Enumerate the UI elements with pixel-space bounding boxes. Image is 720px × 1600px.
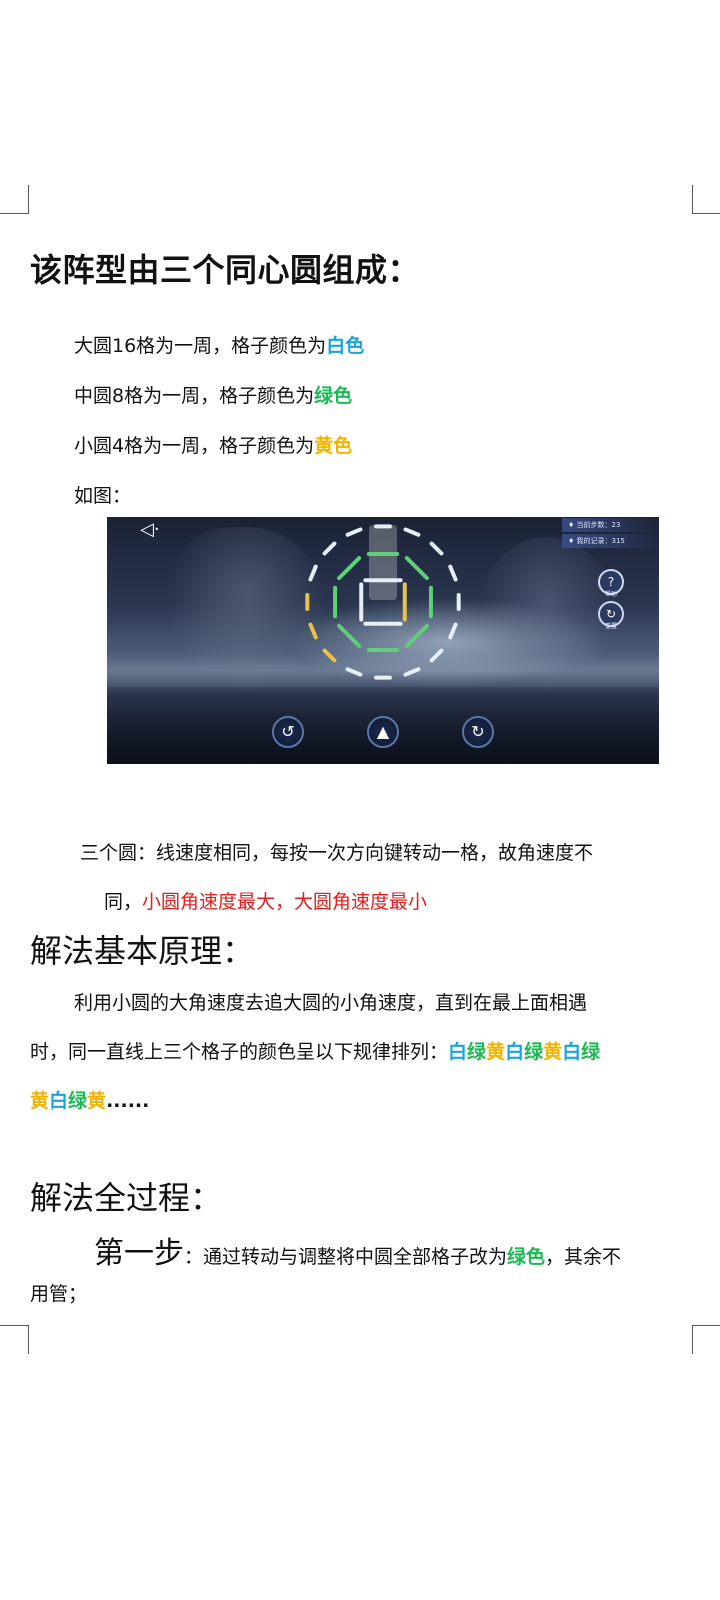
pattern-yellow: 黄 (87, 1090, 107, 1112)
mid-ring-cell (404, 556, 429, 581)
big-ring-cell (448, 622, 458, 640)
mid-ring-cell (404, 623, 429, 648)
big-ring-cell (308, 564, 318, 582)
mid-circle-color: 绿色 (314, 385, 353, 407)
pattern-green: 绿 (581, 1041, 601, 1063)
pattern-ellipsis: ...... (106, 1090, 150, 1112)
crop-mark-top-right (692, 185, 720, 214)
mid-ring-cell (337, 623, 362, 648)
pattern-white: 白 (49, 1090, 69, 1112)
rotate-right-button[interactable]: ↻ (462, 716, 494, 748)
pattern-green: 绿 (467, 1041, 487, 1063)
small-circle-text: 小圆4格为一周，格子颜色为 (74, 435, 315, 457)
crop-mark-top-left (0, 185, 29, 214)
step-one-rest: ，其余不 (545, 1246, 622, 1268)
center-slot (369, 525, 397, 600)
big-ring-cell (403, 667, 421, 677)
big-ring-cell (403, 527, 421, 537)
principle-heading: 解法基本原理： (30, 932, 255, 970)
principle-line-2-text: 时，同一直线上三个格子的颜色呈以下规律排列： (30, 1041, 449, 1063)
big-ring-cell (448, 564, 458, 582)
principle-line-3: 黄白绿黄...... (30, 1086, 149, 1113)
game-screenshot: ◁· ♦ 当前步数：23 ♦ 我的记录：315 ? 帮助 ↻ 重置 ↺ ▲ ↻ (107, 517, 659, 764)
process-heading: 解法全过程： (30, 1179, 223, 1217)
step-one-line: 第一步：通过转动与调整将中圆全部格子改为绿色，其余不 (94, 1228, 621, 1272)
crop-mark-bottom-left (0, 1325, 29, 1354)
principle-line-2: 时，同一直线上三个格子的颜色呈以下规律排列：白绿黄白绿黄白绿 (30, 1037, 600, 1064)
speed-line-2: 同，小圆角速度最大，大圆角速度最小 (104, 887, 427, 914)
big-ring-cell (322, 648, 337, 663)
up-arrow-icon: ▲ (376, 722, 390, 741)
pattern-white: 白 (562, 1041, 582, 1063)
pattern-green: 绿 (68, 1090, 88, 1112)
pattern-white: 白 (448, 1041, 468, 1063)
big-ring-cell (429, 648, 444, 663)
step-one-green: 绿色 (507, 1246, 546, 1268)
big-ring-cell (345, 667, 363, 677)
step-one-text: ：通过转动与调整将中圆全部格子改为 (184, 1246, 508, 1268)
pattern-white: 白 (505, 1041, 525, 1063)
step-one-label: 第一步 (94, 1236, 184, 1271)
rotate-right-icon: ↻ (471, 722, 485, 741)
pattern-yellow: 黄 (486, 1041, 506, 1063)
pattern-yellow: 黄 (543, 1041, 563, 1063)
big-circle-text: 大圆16格为一周，格子颜色为 (74, 335, 327, 357)
big-circle-color: 白色 (326, 335, 365, 357)
big-ring-cell (345, 527, 363, 537)
pattern-yellow: 黄 (30, 1090, 50, 1112)
small-circle-line: 小圆4格为一周，格子颜色为黄色 (74, 431, 352, 458)
crop-mark-bottom-right (692, 1325, 720, 1354)
speed-line-1: 三个圆：线速度相同，每按一次方向键转动一格，故角速度不 (80, 842, 594, 864)
big-circle-line: 大圆16格为一周，格子颜色为白色 (74, 331, 364, 358)
confirm-up-button[interactable]: ▲ (367, 716, 399, 748)
speed-conclusion: 小圆角速度最大，大圆角速度最小 (142, 891, 428, 913)
big-ring-cell (308, 622, 318, 640)
big-ring-cell (322, 541, 337, 556)
as-shown-label: 如图： (74, 485, 132, 507)
mid-circle-text: 中圆8格为一周，格子颜色为 (74, 385, 315, 407)
big-ring-cell (429, 541, 444, 556)
page-heading: 该阵型由三个同心圆组成： (30, 251, 421, 289)
mid-circle-line: 中圆8格为一周，格子颜色为绿色 (74, 381, 352, 408)
pattern-green: 绿 (524, 1041, 544, 1063)
rotate-left-button[interactable]: ↺ (272, 716, 304, 748)
rotate-left-icon: ↺ (281, 722, 295, 741)
mid-ring-cell (337, 556, 362, 581)
speed-line-2-prefix: 同， (104, 891, 143, 913)
step-one-line-2: 用管； (30, 1283, 88, 1305)
small-circle-color: 黄色 (314, 435, 353, 457)
principle-line-1: 利用小圆的大角速度去追大圆的小角速度，直到在最上面相遇 (74, 992, 588, 1014)
